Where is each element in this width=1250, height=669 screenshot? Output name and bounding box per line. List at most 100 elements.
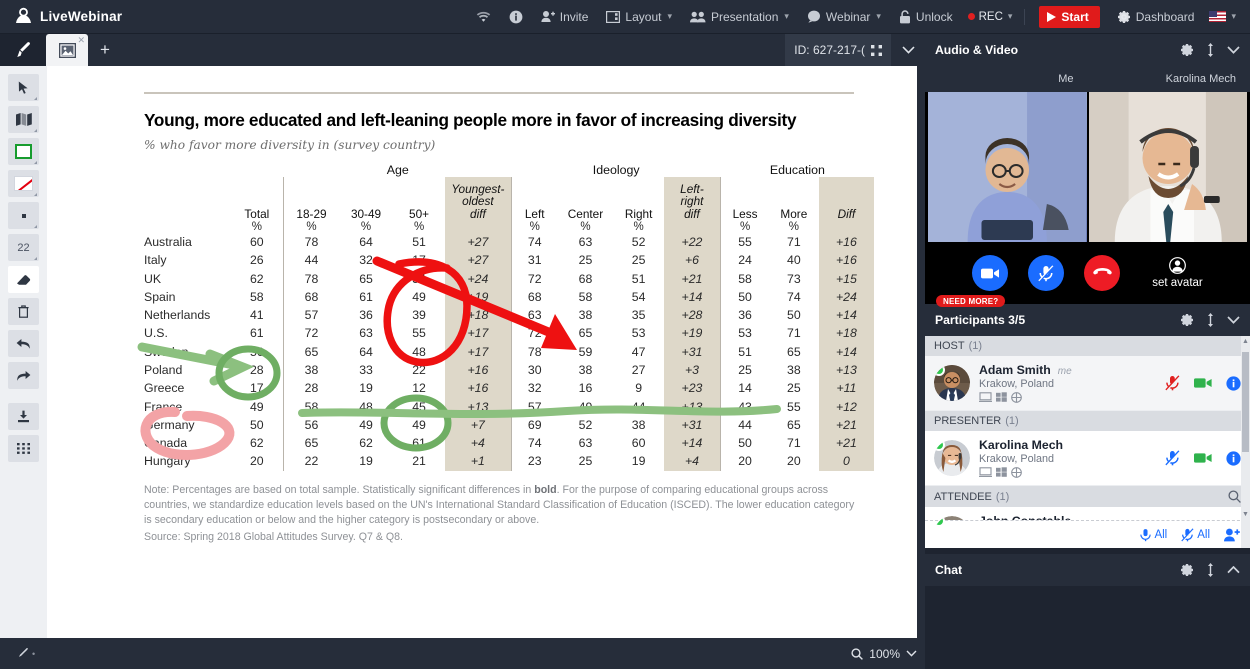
cell-more: 73	[787, 271, 801, 286]
pen-indicator[interactable]: •	[0, 647, 35, 660]
participants-scrollbar[interactable]: ▲ ▼	[1241, 336, 1250, 548]
zoom-control[interactable]: 100%	[851, 647, 925, 661]
microphone-toggle-button[interactable]	[1028, 255, 1065, 291]
mute-all-label: All	[1197, 528, 1210, 541]
shapes-tool[interactable]	[8, 106, 39, 133]
cell-ideodiff: +19	[663, 324, 721, 343]
cell-a30: 19	[359, 454, 373, 469]
hangup-button[interactable]	[1084, 255, 1121, 291]
row-country: Italy	[144, 253, 167, 268]
stroke-width-tool[interactable]	[8, 202, 39, 229]
participant-row-presenter[interactable]: Karolina Mech Krakow, Poland	[925, 431, 1250, 486]
tab-image-1[interactable]: ✕	[46, 34, 88, 66]
gear-icon[interactable]	[1180, 313, 1194, 327]
search-icon[interactable]	[1228, 490, 1241, 503]
col-right: Right	[624, 207, 653, 222]
scroll-up-arrow[interactable]: ▲	[1242, 338, 1249, 345]
tool-expand-corner	[34, 129, 37, 132]
group-count-attendee: (1)	[995, 490, 1010, 503]
cell-ideodiff: +3	[663, 360, 721, 380]
font-size-tool[interactable]: 22	[8, 234, 39, 261]
cell-a50: 49	[412, 417, 426, 432]
info-icon[interactable]	[1226, 450, 1241, 466]
pointer-tool[interactable]	[8, 74, 39, 101]
collapse-chevron-icon[interactable]	[1227, 316, 1240, 324]
stroke-color-tool[interactable]	[8, 170, 39, 197]
workspace-menu-caret[interactable]	[891, 34, 925, 66]
livewebinar-app: LiveWebinar Invite Layout ▾ Presentation…	[0, 0, 1250, 669]
info-icon[interactable]	[500, 0, 532, 34]
undo-tool[interactable]	[8, 330, 39, 357]
cell-right: 54	[631, 289, 646, 304]
presentation-menu[interactable]: Presentation ▾	[681, 0, 798, 34]
dashboard-button[interactable]: Dashboard	[1108, 0, 1204, 34]
set-avatar-button[interactable]: set avatar	[1152, 257, 1203, 289]
cell-center: 38	[578, 363, 593, 377]
cell-ideodiff: +13	[663, 397, 721, 416]
eraser-tool[interactable]	[8, 266, 39, 293]
scroll-down-arrow[interactable]: ▼	[1242, 511, 1249, 518]
unit-more: %	[788, 220, 799, 233]
wifi-status-icon[interactable]	[467, 0, 500, 34]
delete-tool[interactable]	[8, 298, 39, 325]
language-selector[interactable]: ▾	[1203, 0, 1242, 34]
fill-color-tool[interactable]	[8, 138, 39, 165]
video-tile-peer[interactable]	[1088, 92, 1247, 242]
participant-row-host[interactable]: Adam Smith me Krakow, Poland	[925, 356, 1250, 411]
layout-menu[interactable]: Layout ▾	[597, 0, 681, 34]
camera-on-icon[interactable]	[1194, 452, 1212, 464]
group-label-attendee: ATTENDEE	[934, 490, 992, 503]
add-participant-button[interactable]	[1224, 528, 1240, 542]
grid-tool[interactable]	[8, 435, 39, 462]
info-icon[interactable]	[1226, 375, 1241, 391]
mute-all-button[interactable]: All	[1181, 527, 1210, 542]
webinar-menu[interactable]: Webinar ▾	[798, 0, 890, 34]
add-tab-button[interactable]: +	[88, 34, 122, 66]
cell-total: 17	[249, 381, 264, 396]
resize-handle-icon[interactable]	[1207, 43, 1214, 57]
resize-handle-icon[interactable]	[1207, 313, 1214, 327]
brand-logo-group[interactable]: LiveWebinar	[0, 7, 122, 26]
pew-research-table: Young, more educated and left-leaning pe…	[144, 92, 874, 545]
start-button[interactable]: Start	[1039, 5, 1100, 28]
mic-muted-icon[interactable]	[1165, 450, 1180, 466]
cell-total: 20	[249, 454, 264, 469]
gear-icon[interactable]	[1180, 43, 1194, 57]
brand-name: LiveWebinar	[40, 9, 123, 24]
cell-ideodiff: +6	[663, 251, 721, 270]
participants-list[interactable]: HOST (1) Adam Smith me Krakow, Poland PR…	[925, 336, 1250, 548]
video-tile-me[interactable]	[928, 92, 1087, 242]
table-row: Sweden 56 65 64 48 +17 78 59 47 +31 51 65 +14	[144, 342, 874, 361]
unlock-button[interactable]: Unlock	[890, 0, 962, 34]
gear-icon[interactable]	[1180, 563, 1194, 577]
cell-ideodiff: +31	[663, 415, 721, 435]
record-menu[interactable]: REC ▾	[962, 0, 1019, 34]
slide-canvas[interactable]: Young, more educated and left-leaning pe…	[47, 66, 917, 638]
group-header-attendee: ATTENDEE (1)	[925, 486, 1250, 507]
redo-tool[interactable]	[8, 362, 39, 389]
need-more-badge[interactable]: NEED MORE?	[936, 295, 1006, 307]
camera-toggle-button[interactable]	[972, 255, 1009, 291]
unmute-all-button[interactable]: All	[1140, 528, 1167, 542]
expand-chevron-icon[interactable]	[1227, 566, 1240, 574]
tab-whiteboard[interactable]	[0, 34, 46, 66]
scrollbar-thumb[interactable]	[1242, 352, 1249, 452]
download-tool[interactable]	[8, 403, 39, 430]
tool-expand-corner	[34, 193, 37, 196]
group-header-education: Education	[769, 162, 825, 177]
cell-agediff: +24	[444, 269, 512, 288]
close-icon[interactable]: ✕	[77, 35, 85, 46]
invite-button[interactable]: Invite	[532, 0, 598, 34]
mic-muted-icon[interactable]	[1165, 375, 1180, 391]
cell-less: 14	[720, 379, 769, 398]
cell-more: 71	[787, 436, 801, 451]
cell-a50: 48	[412, 344, 426, 359]
resize-handle-icon[interactable]	[1207, 563, 1214, 577]
camera-on-icon[interactable]	[1194, 377, 1212, 389]
pen-dot-icon: •	[32, 648, 36, 659]
collapse-chevron-icon[interactable]	[1227, 46, 1240, 54]
cell-left: 72	[511, 269, 558, 288]
chart-note: Note: Percentages are based on total sam…	[144, 483, 856, 545]
session-id-chip[interactable]: ID: 627-217-(	[785, 34, 891, 66]
drawing-tool-rail: 22	[0, 66, 47, 638]
